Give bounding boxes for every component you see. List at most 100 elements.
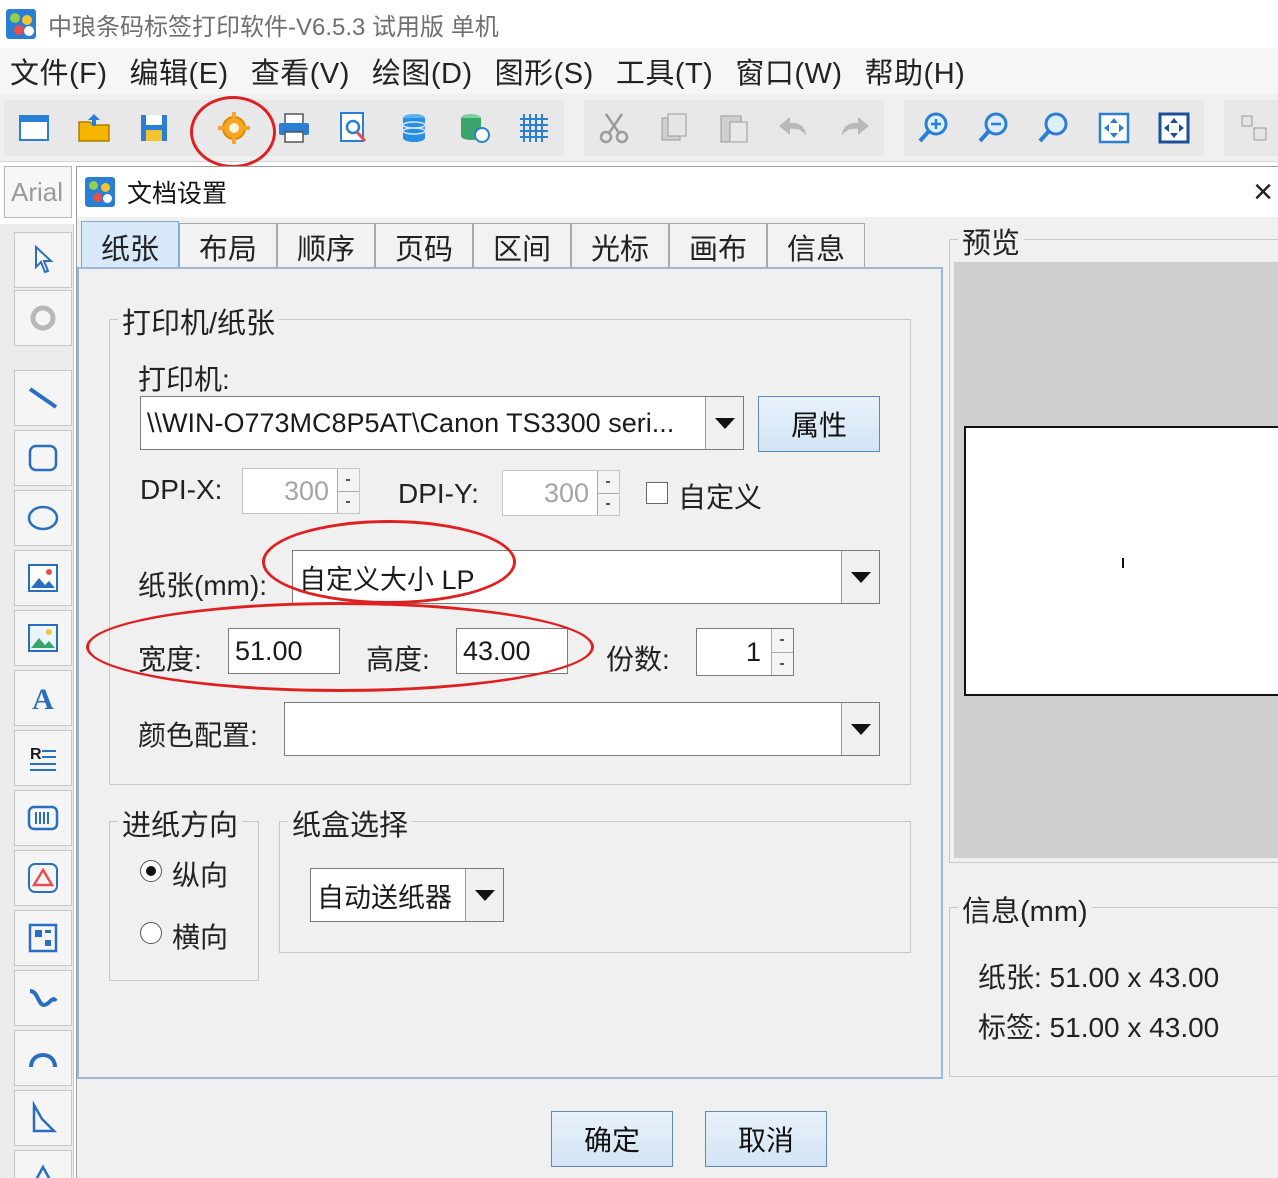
- copy-icon[interactable]: [654, 108, 694, 148]
- redo-icon[interactable]: [834, 108, 874, 148]
- left-tool-panel: A R: [0, 224, 74, 1178]
- tab-info[interactable]: 信息: [767, 223, 865, 269]
- feed-direction-group-label: 进纸方向: [118, 802, 243, 844]
- chevron-down-icon[interactable]: [465, 869, 503, 921]
- custom-checkbox[interactable]: [646, 482, 668, 504]
- chevron-down-icon[interactable]: [705, 397, 743, 449]
- ellipse-tool-icon[interactable]: [14, 490, 72, 546]
- barcode-tool-icon[interactable]: [14, 790, 72, 846]
- open-folder-icon[interactable]: [74, 108, 114, 148]
- custom-label: 自定义: [678, 482, 763, 513]
- tab-layout[interactable]: 布局: [179, 223, 277, 269]
- tab-strip: 纸张 布局 顺序 页码 区间 光标 画布 信息: [81, 221, 865, 271]
- polyline-tool-icon[interactable]: [14, 1090, 72, 1146]
- close-icon[interactable]: ×: [1253, 173, 1273, 211]
- portrait-label: 纵向: [172, 860, 229, 891]
- menu-draw[interactable]: 绘图(D): [372, 50, 473, 92]
- tray-group: 纸盒选择 自动送纸器: [279, 802, 911, 953]
- menu-bar: 文件(F) 编辑(E) 查看(V) 绘图(D) 图形(S) 工具(T) 窗口(W…: [0, 48, 1278, 94]
- preview-cursor-mark: [1122, 558, 1124, 568]
- tab-range[interactable]: 区间: [473, 223, 571, 269]
- width-field[interactable]: 51.00: [228, 628, 340, 674]
- tab-canvas[interactable]: 画布: [669, 223, 767, 269]
- cancel-button[interactable]: 取消: [705, 1111, 827, 1167]
- menu-shape[interactable]: 图形(S): [495, 50, 594, 92]
- tab-paper[interactable]: 纸张: [81, 221, 179, 271]
- fit-page-icon[interactable]: [1094, 108, 1134, 148]
- richtext-tool-icon[interactable]: R: [14, 730, 72, 786]
- database-connect-icon[interactable]: [454, 108, 494, 148]
- dpi-y-field[interactable]: 300: [502, 470, 620, 516]
- document-settings-icon[interactable]: [214, 108, 254, 148]
- new-document-icon[interactable]: [14, 108, 54, 148]
- printer-paper-group: 打印机/纸张 打印机: \\WIN-O773MC8P5AT\Canon TS33…: [86, 300, 911, 785]
- window-title: 中琅条码标签打印软件-V6.5.3 试用版 单机: [48, 13, 499, 41]
- info-label-size: 标签: 51.00 x 43.00: [978, 1012, 1220, 1043]
- menu-help[interactable]: 帮助(H): [865, 50, 966, 92]
- printer-select[interactable]: \\WIN-O773MC8P5AT\Canon TS3300 seri...: [140, 396, 744, 450]
- ok-button[interactable]: 确定: [551, 1111, 673, 1167]
- copies-field[interactable]: 1: [696, 628, 794, 676]
- text-tool-icon[interactable]: A: [14, 670, 72, 726]
- height-field[interactable]: 43.00: [456, 628, 568, 674]
- paper-size-select[interactable]: 自定义大小 LP: [292, 550, 880, 604]
- tray-group-label: 纸盒选择: [288, 802, 413, 844]
- paste-icon[interactable]: [714, 108, 754, 148]
- chevron-down-icon[interactable]: [841, 703, 879, 755]
- landscape-label: 横向: [172, 922, 229, 953]
- dialog-title: 文档设置: [127, 180, 228, 208]
- line-tool-icon[interactable]: [14, 370, 72, 426]
- cut-icon[interactable]: [594, 108, 634, 148]
- triangle-tool-icon[interactable]: [14, 1150, 72, 1178]
- dpi-x-field[interactable]: 300: [242, 468, 360, 514]
- menu-view[interactable]: 查看(V): [251, 50, 350, 92]
- shape-tool-icon[interactable]: [14, 850, 72, 906]
- tab-order[interactable]: 顺序: [277, 223, 375, 269]
- landscape-radio[interactable]: [140, 922, 162, 944]
- rotate-tool-icon[interactable]: [14, 290, 72, 346]
- undo-icon[interactable]: [774, 108, 814, 148]
- print-icon[interactable]: [274, 108, 314, 148]
- chevron-down-icon[interactable]: [841, 551, 879, 603]
- zoom-actual-icon[interactable]: [1034, 108, 1074, 148]
- zoom-out-icon[interactable]: [974, 108, 1014, 148]
- preview-canvas: [954, 262, 1278, 858]
- info-group: 信息(mm) 纸张: 51.00 x 43.00 标签: 51.00 x 43.…: [949, 888, 1278, 1077]
- curve-tool-icon[interactable]: [14, 970, 72, 1026]
- svg-text:A: A: [32, 683, 54, 715]
- select-tool-icon[interactable]: [14, 232, 72, 288]
- menu-edit[interactable]: 编辑(E): [130, 50, 229, 92]
- align-icon[interactable]: [1234, 108, 1274, 148]
- arc-tool-icon[interactable]: [14, 1030, 72, 1086]
- properties-button[interactable]: 属性: [758, 396, 880, 452]
- dpi-y-label: DPI-Y:: [398, 478, 479, 509]
- grid-icon[interactable]: [514, 108, 554, 148]
- app-logo-icon: [6, 9, 36, 39]
- print-preview-icon[interactable]: [334, 108, 374, 148]
- dpi-y-value: 300: [543, 477, 589, 508]
- color-config-select[interactable]: [284, 702, 880, 756]
- font-name-field[interactable]: Arial: [4, 166, 72, 218]
- tray-value: 自动送纸器: [317, 882, 452, 913]
- dpi-x-value: 300: [283, 475, 329, 506]
- image-tool-icon[interactable]: [14, 550, 72, 606]
- feed-direction-group: 进纸方向 纵向 横向: [109, 802, 259, 981]
- qrcode-tool-icon[interactable]: [14, 910, 72, 966]
- menu-file[interactable]: 文件(F): [10, 50, 108, 92]
- tab-page-number[interactable]: 页码: [375, 223, 473, 269]
- printer-label: 打印机:: [138, 364, 230, 395]
- tray-select[interactable]: 自动送纸器: [310, 868, 504, 922]
- menu-tools[interactable]: 工具(T): [616, 50, 714, 92]
- save-icon[interactable]: [134, 108, 174, 148]
- dialog-app-icon: [85, 177, 115, 207]
- picture-tool-icon[interactable]: [14, 610, 72, 666]
- fit-width-icon[interactable]: [1154, 108, 1194, 148]
- tab-cursor[interactable]: 光标: [571, 223, 669, 269]
- rectangle-tool-icon[interactable]: [14, 430, 72, 486]
- menu-window[interactable]: 窗口(W): [735, 50, 842, 92]
- printer-value: \\WIN-O773MC8P5AT\Canon TS3300 seri...: [147, 407, 675, 438]
- database-icon[interactable]: [394, 108, 434, 148]
- zoom-in-icon[interactable]: [914, 108, 954, 148]
- portrait-radio[interactable]: [140, 860, 162, 882]
- color-config-label: 颜色配置:: [138, 720, 258, 751]
